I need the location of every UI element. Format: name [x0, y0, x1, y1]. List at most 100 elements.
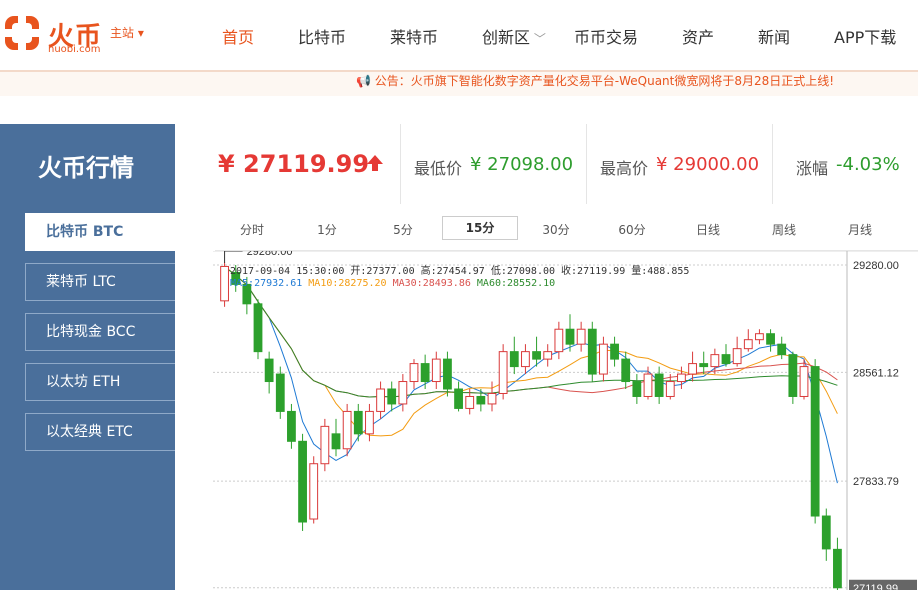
tab-60min[interactable]: 60分 [602, 221, 662, 238]
megaphone-icon: 📢 [356, 74, 371, 88]
nav-app-download[interactable]: APP下载 [834, 24, 896, 48]
candle-body [721, 354, 731, 365]
nav-innovation-zone[interactable]: 创新区 ﹀ [482, 24, 546, 48]
chart-info: 2017-09-04 15:30:00 开:27377.00 高:27454.9… [230, 266, 690, 277]
candle-body [576, 328, 586, 345]
candle-body [833, 548, 842, 589]
candle-body [665, 381, 675, 397]
candle-body [509, 351, 519, 368]
nav-assets[interactable]: 资产 [682, 24, 714, 48]
tab-timeshare[interactable]: 分时 [222, 221, 282, 238]
chevron-down-icon: ﹀ [530, 32, 546, 46]
change-value: -4.03% [836, 154, 900, 175]
nav-news[interactable]: 新闻 [758, 24, 790, 48]
candle-body [688, 363, 697, 375]
kline-chart-svg[interactable]: 29280.00 28561.12 27833.79 27119.99 29280.0… [213, 251, 918, 590]
nav-innovation-label: 创新区 [482, 28, 531, 47]
candle-body [409, 363, 419, 383]
candle-body [810, 366, 820, 517]
ma-legend: MA5:27932.61 MA10:28275.20 MA30:28493.86… [230, 278, 555, 289]
candle-body [532, 351, 541, 360]
stat-divider [586, 124, 587, 204]
high-marker-label: 29280.00 [247, 251, 293, 258]
y-tick-label: 27833.79 [853, 476, 899, 488]
tab-15min[interactable]: 15分 [442, 216, 518, 240]
y-tick-label: 28561.12 [853, 367, 899, 379]
sidebar-item-eth[interactable]: 以太坊 ETH [25, 363, 175, 401]
sidebar-item-ltc[interactable]: 莱特币 LTC [25, 263, 175, 301]
candle-body [610, 343, 619, 360]
candle-body [743, 339, 753, 350]
candle-body [554, 328, 564, 353]
caret-down-icon: ▾ [137, 26, 144, 40]
candle-body [331, 433, 341, 450]
tab-weekly[interactable]: 周线 [754, 221, 814, 238]
candle-body [465, 395, 475, 409]
candle-body [264, 358, 274, 383]
arrow-up-icon [367, 155, 383, 171]
candle-body [587, 328, 597, 375]
low-price-label: 最低价 [414, 159, 463, 178]
site-switch-label: 主站 [110, 26, 135, 40]
high-price-label: 最高价 [600, 159, 649, 178]
tab-1min[interactable]: 1分 [297, 221, 357, 238]
candle-body [253, 303, 263, 353]
candle-body [621, 358, 631, 383]
candle-body [677, 373, 686, 383]
candle-body [643, 373, 653, 397]
candle-body [521, 351, 530, 368]
tab-30min[interactable]: 30分 [526, 221, 586, 238]
candle-body [498, 351, 508, 394]
candle-body [632, 381, 642, 397]
ma10-label: MA10:28275.20 [308, 278, 387, 289]
current-price: ¥ 27119.99 [218, 150, 370, 178]
candle-body [766, 333, 775, 345]
candle-body [699, 363, 709, 368]
sidebar-item-etc[interactable]: 以太经典 ETC [25, 413, 175, 451]
candle-body [821, 515, 831, 550]
sidebar-title: 火币行情 [38, 154, 134, 182]
nav-bitcoin[interactable]: 比特币 [298, 24, 346, 48]
ma10-line [224, 266, 838, 437]
candle-body [543, 351, 553, 360]
notice-text: 公告：火币旗下智能化数字资产量化交易平台-WeQuant微宽网将于8月28日正式… [374, 74, 835, 88]
ma60-label: MA60:28552.10 [476, 278, 556, 289]
candle-body [387, 388, 397, 405]
ma30-label: MA30:28493.86 [392, 278, 471, 289]
high-price-value: ¥ 29000.00 [656, 154, 760, 175]
candle-body [443, 358, 452, 390]
low-price-value: ¥ 27098.00 [470, 154, 574, 175]
candle-body [755, 333, 764, 341]
huobi-logo-icon [5, 16, 39, 50]
candle-body [320, 425, 330, 465]
nav-litecoin[interactable]: 莱特币 [390, 24, 438, 48]
y-tick-label: 27119.99 [853, 583, 898, 590]
stat-divider [772, 124, 773, 204]
candle-body [476, 395, 486, 405]
stat-divider [400, 124, 401, 204]
kline-chart[interactable]: 29280.00 28561.12 27833.79 27119.99 29280.0… [213, 251, 918, 590]
change-label: 涨幅 [796, 159, 829, 178]
site-switch-dropdown[interactable]: 主站 ▾ [110, 24, 144, 41]
tab-monthly[interactable]: 月线 [830, 221, 890, 238]
candle-body [431, 358, 441, 383]
candle-body [777, 343, 787, 356]
tab-5min[interactable]: 5分 [373, 221, 433, 238]
candle-body [487, 392, 497, 405]
candle-body [365, 410, 374, 435]
huobi-logo[interactable]: 火币 huobi.com [0, 10, 110, 56]
candle-body [376, 388, 385, 412]
nav-home[interactable]: 首页 [222, 24, 254, 48]
candle-body [298, 440, 307, 523]
sidebar-item-bcc[interactable]: 比特现金 BCC [25, 313, 175, 351]
candle-body [309, 463, 319, 520]
ma5-line [224, 266, 838, 484]
tab-daily[interactable]: 日线 [678, 221, 738, 238]
sidebar-item-btc[interactable]: 比特币 BTC [25, 213, 175, 251]
candle-body [220, 265, 229, 302]
candle-body [799, 366, 809, 397]
nav-coin-trade[interactable]: 币币交易 [574, 24, 638, 48]
candle-body [732, 348, 742, 365]
candle-body [654, 373, 664, 397]
notice[interactable]: 📢 公告：火币旗下智能化数字资产量化交易平台-WeQuant微宽网将于8月28日… [356, 72, 834, 89]
